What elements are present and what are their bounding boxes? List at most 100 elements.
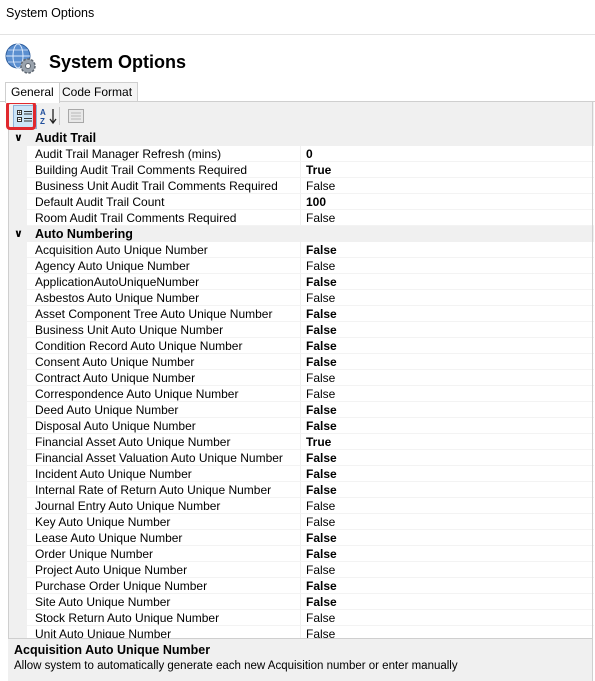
property-value[interactable]: False: [306, 178, 335, 194]
property-value[interactable]: False: [306, 514, 335, 530]
property-value[interactable]: True: [306, 162, 331, 178]
property-pages-icon: [68, 109, 84, 123]
toolbar-separator: [59, 107, 60, 125]
property-row[interactable]: Default Audit Trail Count 100: [9, 194, 594, 210]
property-value[interactable]: True: [306, 434, 331, 450]
property-row[interactable]: Lease Auto Unique Number False: [9, 530, 594, 546]
property-row[interactable]: Business Unit Auto Unique Number False: [9, 322, 594, 338]
property-value[interactable]: False: [306, 626, 335, 638]
property-value[interactable]: 100: [306, 194, 326, 210]
property-row[interactable]: Disposal Auto Unique Number False: [9, 418, 594, 434]
property-grid-toolbar: A Z: [8, 102, 594, 130]
property-name: Stock Return Auto Unique Number: [35, 611, 220, 625]
property-value[interactable]: False: [306, 482, 337, 498]
property-row[interactable]: Project Auto Unique Number False: [9, 562, 594, 578]
property-pages-button[interactable]: [65, 105, 87, 127]
property-value[interactable]: False: [306, 530, 337, 546]
property-name: Order Unique Number: [35, 547, 154, 561]
column-separator: [300, 370, 301, 386]
property-value[interactable]: False: [306, 386, 335, 402]
row-gutter: [9, 498, 27, 514]
row-gutter: [9, 178, 27, 194]
property-value[interactable]: False: [306, 610, 335, 626]
chevron-down-icon[interactable]: ∨: [14, 130, 23, 146]
property-row[interactable]: Asbestos Auto Unique Number False: [9, 290, 594, 306]
property-name: Agency Auto Unique Number: [35, 259, 190, 273]
property-value[interactable]: False: [306, 306, 337, 322]
property-value[interactable]: False: [306, 418, 337, 434]
property-row[interactable]: Internal Rate of Return Auto Unique Numb…: [9, 482, 594, 498]
column-separator: [300, 594, 301, 610]
property-row[interactable]: Audit Trail Manager Refresh (mins) 0: [9, 146, 594, 162]
sort-alphabetical-button[interactable]: A Z: [38, 105, 60, 127]
column-separator: [300, 210, 301, 226]
svg-text:A: A: [40, 108, 46, 117]
property-row[interactable]: Correspondence Auto Unique Number False: [9, 386, 594, 402]
property-value[interactable]: False: [306, 370, 335, 386]
property-row[interactable]: Journal Entry Auto Unique Number False: [9, 498, 594, 514]
row-gutter: [9, 322, 27, 338]
property-value[interactable]: False: [306, 594, 337, 610]
category-row[interactable]: ∨ Auto Numbering: [9, 226, 594, 242]
tab-general[interactable]: General: [5, 82, 60, 103]
property-grid[interactable]: ∨ Audit Trail Audit Trail Manager Refresh …: [8, 130, 594, 638]
row-gutter: [9, 562, 27, 578]
property-value[interactable]: False: [306, 450, 337, 466]
column-separator: [300, 514, 301, 530]
property-value[interactable]: False: [306, 258, 335, 274]
property-value[interactable]: False: [306, 210, 335, 226]
tab-strip: General Code Format: [0, 82, 595, 103]
property-row[interactable]: Financial Asset Auto Unique Number True: [9, 434, 594, 450]
property-row[interactable]: Asset Component Tree Auto Unique Number F…: [9, 306, 594, 322]
property-value[interactable]: False: [306, 546, 337, 562]
property-value[interactable]: False: [306, 578, 337, 594]
property-value[interactable]: False: [306, 562, 335, 578]
property-row[interactable]: Building Audit Trail Comments Required Tr…: [9, 162, 594, 178]
property-name: Building Audit Trail Comments Required: [35, 163, 248, 177]
property-name: Journal Entry Auto Unique Number: [35, 499, 221, 513]
property-row[interactable]: Deed Auto Unique Number False: [9, 402, 594, 418]
property-row[interactable]: Room Audit Trail Comments Required False: [9, 210, 594, 226]
property-row[interactable]: Financial Asset Valuation Auto Unique Nu…: [9, 450, 594, 466]
property-value[interactable]: False: [306, 322, 337, 338]
property-value[interactable]: False: [306, 402, 337, 418]
property-row[interactable]: Incident Auto Unique Number False: [9, 466, 594, 482]
row-gutter: [9, 402, 27, 418]
property-row[interactable]: Condition Record Auto Unique Number False: [9, 338, 594, 354]
category-row[interactable]: ∨ Audit Trail: [9, 130, 594, 146]
property-name: Correspondence Auto Unique Number: [35, 387, 239, 401]
property-value[interactable]: False: [306, 242, 337, 258]
property-row[interactable]: Acquisition Auto Unique Number False: [9, 242, 594, 258]
category-name: Auto Numbering: [35, 227, 133, 241]
property-name: Purchase Order Unique Number: [35, 579, 208, 593]
property-value[interactable]: False: [306, 498, 335, 514]
property-value[interactable]: 0: [306, 146, 313, 162]
row-gutter: [9, 274, 27, 290]
property-name: Audit Trail Manager Refresh (mins): [35, 147, 222, 161]
chevron-down-icon[interactable]: ∨: [14, 226, 23, 242]
tab-code-format[interactable]: Code Format: [56, 82, 139, 102]
property-name: Lease Auto Unique Number: [35, 531, 183, 545]
property-value[interactable]: False: [306, 354, 337, 370]
dialog-title: System Options: [49, 52, 187, 72]
property-row[interactable]: Key Auto Unique Number False: [9, 514, 594, 530]
column-separator: [300, 258, 301, 274]
property-row[interactable]: Contract Auto Unique Number False: [9, 370, 594, 386]
property-row[interactable]: Order Unique Number False: [9, 546, 594, 562]
property-row[interactable]: Stock Return Auto Unique Number False: [9, 610, 594, 626]
column-separator: [300, 402, 301, 418]
property-row[interactable]: Unit Auto Unique Number False: [9, 626, 594, 638]
property-value[interactable]: False: [306, 466, 337, 482]
property-row[interactable]: ApplicationAutoUniqueNumber False: [9, 274, 594, 290]
property-name: Site Auto Unique Number: [35, 595, 171, 609]
property-row[interactable]: Purchase Order Unique Number False: [9, 578, 594, 594]
property-row[interactable]: Business Unit Audit Trail Comments Requi…: [9, 178, 594, 194]
property-value[interactable]: False: [306, 290, 335, 306]
row-gutter: [9, 210, 27, 226]
property-row[interactable]: Consent Auto Unique Number False: [9, 354, 594, 370]
property-value[interactable]: False: [306, 274, 337, 290]
property-value[interactable]: False: [306, 338, 337, 354]
property-row[interactable]: Site Auto Unique Number False: [9, 594, 594, 610]
property-row[interactable]: Agency Auto Unique Number False: [9, 258, 594, 274]
row-gutter: [9, 386, 27, 402]
